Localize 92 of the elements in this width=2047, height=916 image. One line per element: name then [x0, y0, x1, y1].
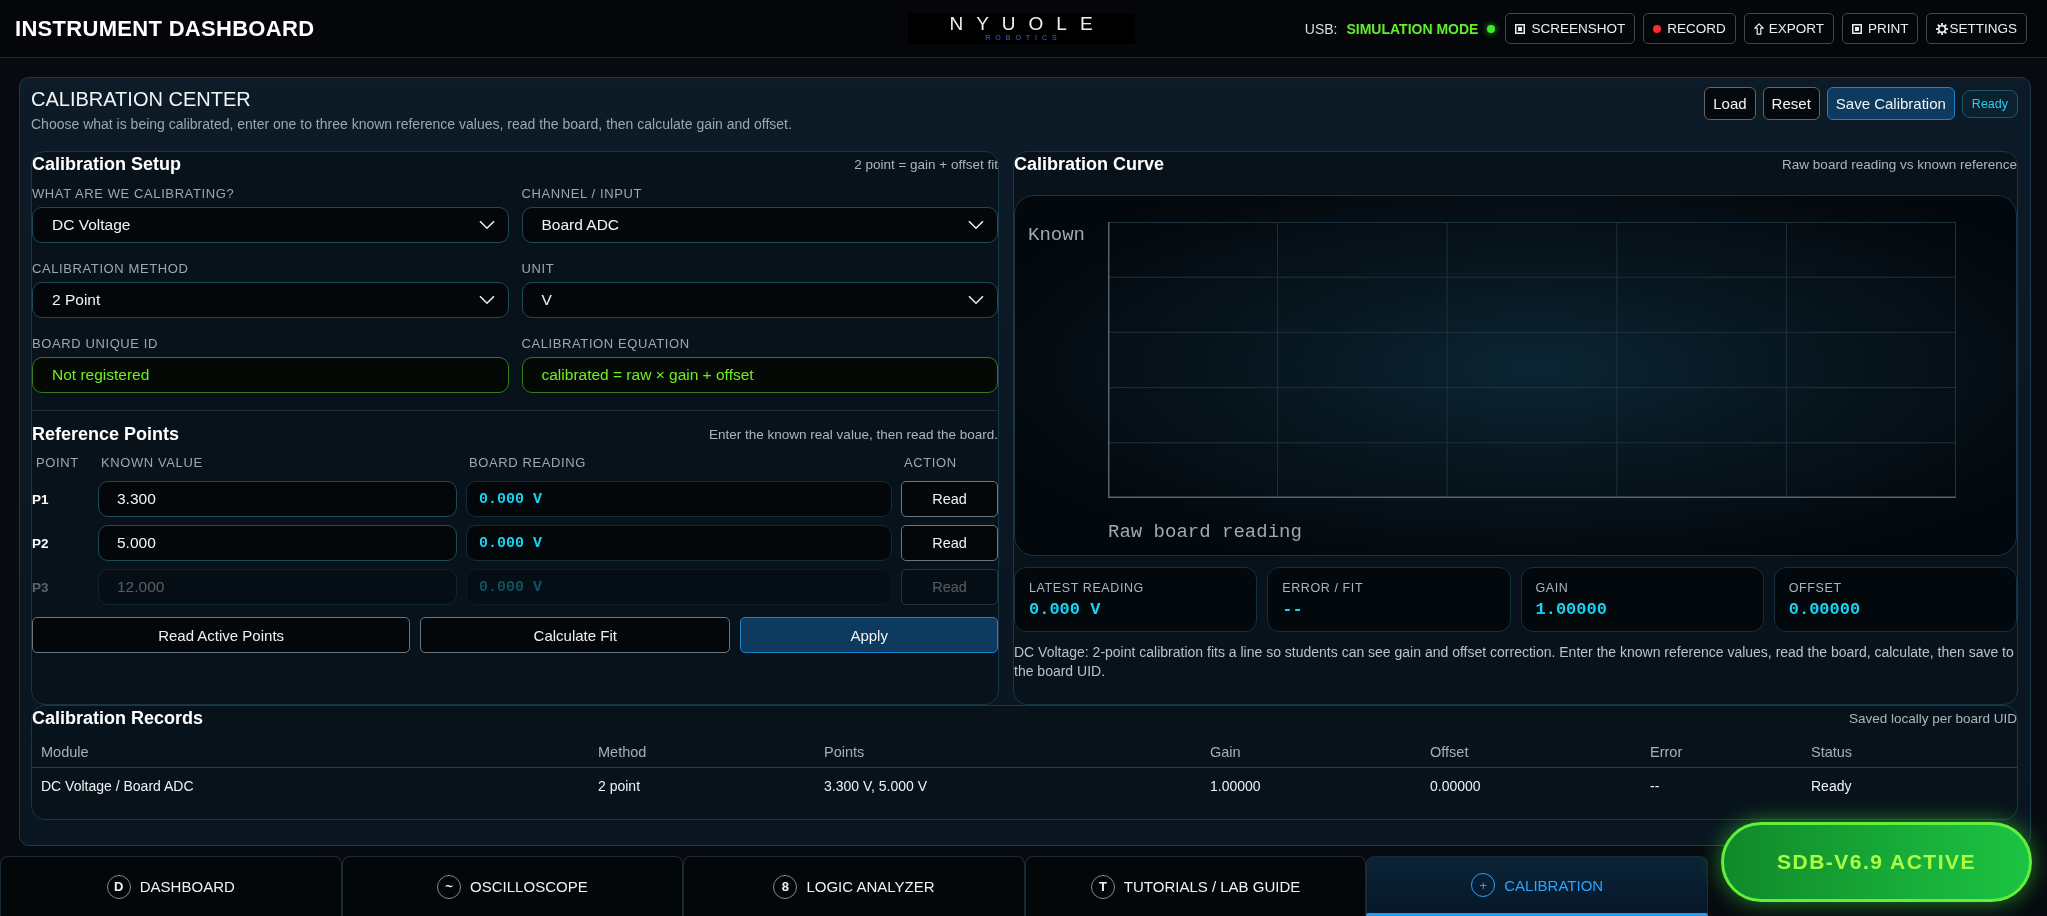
table-cell-text: 1.00000 — [1209, 777, 1262, 796]
stat-value: -- — [1282, 599, 1304, 621]
nav-tab[interactable]: D DASHBOARD — [0, 856, 342, 916]
dropdown-field[interactable]: DC Voltage — [32, 207, 509, 243]
table-cell-text: 3.300 V, 5.000 V — [823, 777, 929, 796]
field-label: CHANNEL / INPUT — [521, 185, 643, 202]
read-button[interactable]: Read — [901, 525, 998, 561]
section-title: Calibration Setup — [32, 153, 181, 176]
stat-label: OFFSET — [1788, 580, 1843, 596]
chevron-down-icon — [968, 295, 984, 305]
usb-label: USB: — [1304, 20, 1338, 37]
dropdown-field[interactable]: V — [521, 282, 998, 318]
axis-label: Raw board reading — [1108, 520, 1302, 544]
table-cell-text: DC Voltage / Board ADC — [40, 777, 195, 796]
nav-tab[interactable]: T TUTORIALS / LAB GUIDE — [1024, 856, 1367, 916]
reading-display: 0.000 V — [466, 481, 892, 517]
reading-display: 0.000 V — [466, 569, 892, 605]
read-button[interactable]: Read — [901, 481, 998, 517]
section-note: Saved locally per board UID — [1848, 710, 2017, 726]
column-header: Status — [1802, 742, 2017, 768]
stat-value: 0.00000 — [1788, 599, 1862, 621]
logo-wordmark: NYUOLE — [948, 14, 1106, 34]
action-button[interactable]: Read Active Points — [32, 617, 411, 653]
point-label: P1 — [32, 491, 49, 507]
record-button[interactable]: RECORD — [1643, 13, 1736, 44]
chevron-down-icon — [478, 220, 495, 230]
field-label: UNIT — [521, 260, 556, 277]
version-status: SDB-V6.9 ACTIVE — [1721, 822, 2032, 902]
readout-field: calibrated = raw × gain + offset — [521, 357, 998, 393]
column-header: BOARD READING — [468, 455, 587, 471]
column-header: Module — [32, 742, 589, 768]
column-header: KNOWN VALUE — [100, 455, 204, 471]
column-header: Offset — [1421, 742, 1641, 768]
dropdown-field[interactable]: 2 Point — [32, 282, 509, 318]
chevron-down-icon — [968, 220, 984, 230]
action-button[interactable]: Calculate Fit — [420, 617, 731, 653]
section-title: Calibration Records — [32, 707, 204, 730]
column-header: ACTION — [903, 455, 958, 471]
column-header: POINT — [35, 455, 80, 471]
settings-button[interactable]: SETTINGS — [1926, 13, 2027, 44]
input-field[interactable]: 3.300 — [98, 481, 457, 517]
record-dot-icon — [1653, 24, 1662, 33]
dropdown-field[interactable]: Board ADC — [521, 207, 998, 243]
action-button[interactable]: Load — [1704, 87, 1756, 120]
nav-tab[interactable]: 8 LOGIC ANALYZER — [683, 856, 1025, 916]
chevron-down-icon — [478, 295, 495, 305]
point-label: P3 — [32, 579, 49, 595]
section-title: Calibration Curve — [1014, 153, 1165, 176]
input-field[interactable]: 5.000 — [98, 525, 457, 561]
panel-subtitle: Choose what is being calibrated, enter one to three known reference values, read the board, then calculate gain and offset. — [31, 115, 792, 134]
export-button[interactable]: EXPORT — [1743, 13, 1834, 44]
panel-title: CALIBRATION CENTER — [31, 87, 252, 111]
field-label: CALIBRATION EQUATION — [521, 335, 691, 352]
action-button[interactable]: Save Calibration — [1826, 87, 1955, 120]
section-note: Raw board reading vs known reference — [1782, 156, 2017, 172]
table-cell-text: Ready — [1810, 777, 1853, 796]
stat-label: LATEST READING — [1029, 580, 1145, 596]
stat-value: 1.00000 — [1535, 599, 1608, 621]
usb-mode-status: SIMULATION MODE — [1346, 20, 1479, 37]
nav-tab[interactable]: + CALIBRATION — [1366, 856, 1708, 916]
settings-icon — [1936, 22, 1949, 35]
column-header: Gain — [1201, 742, 1421, 768]
column-header: Points — [815, 742, 1201, 768]
print-button[interactable]: PRINT — [1842, 13, 1919, 44]
nav-tab[interactable]: ~ OSCILLOSCOPE — [341, 856, 684, 916]
readout-field: Not registered — [32, 357, 509, 393]
table-cell-text: 2 point — [597, 777, 642, 796]
framed-square-icon — [1852, 23, 1862, 34]
point-label: P2 — [32, 535, 49, 551]
stat-label: GAIN — [1535, 580, 1570, 596]
column-header: Method — [589, 742, 815, 768]
up-arrow-icon — [1753, 22, 1764, 35]
reading-display: 0.000 V — [466, 525, 892, 561]
section-note: Enter the known real value, then read the board. — [709, 426, 998, 442]
stat-value: 0.000 V — [1029, 599, 1102, 621]
screenshot-button[interactable]: SCREENSHOT — [1505, 13, 1636, 44]
stat-label: ERROR / FIT — [1282, 580, 1365, 596]
column-header: Error — [1641, 742, 1802, 768]
status-tag: Ready — [1961, 89, 2018, 118]
description-text: DC Voltage: 2-point calibration fits a line so students can see gain and offset correction. Enter the known reference values, read the board, calculate, then save to the board UID. — [1014, 643, 2015, 681]
field-label: WHAT ARE WE CALIBRATING? — [32, 185, 236, 202]
field-label: CALIBRATION METHOD — [32, 260, 190, 277]
axis-label: Known — [1028, 224, 1085, 246]
framed-square-icon — [1515, 23, 1526, 34]
section-title: Reference Points — [32, 423, 180, 446]
table-cell-text: 0.00000 — [1429, 777, 1482, 796]
action-button[interactable]: Reset — [1762, 87, 1820, 120]
field-label: BOARD UNIQUE ID — [32, 335, 159, 352]
app-title: INSTRUMENT DASHBOARD — [15, 15, 315, 42]
table-cell-text: -- — [1649, 777, 1661, 796]
action-button[interactable]: Apply — [740, 617, 998, 653]
section-note: 2 point = gain + offset fit — [854, 156, 998, 172]
